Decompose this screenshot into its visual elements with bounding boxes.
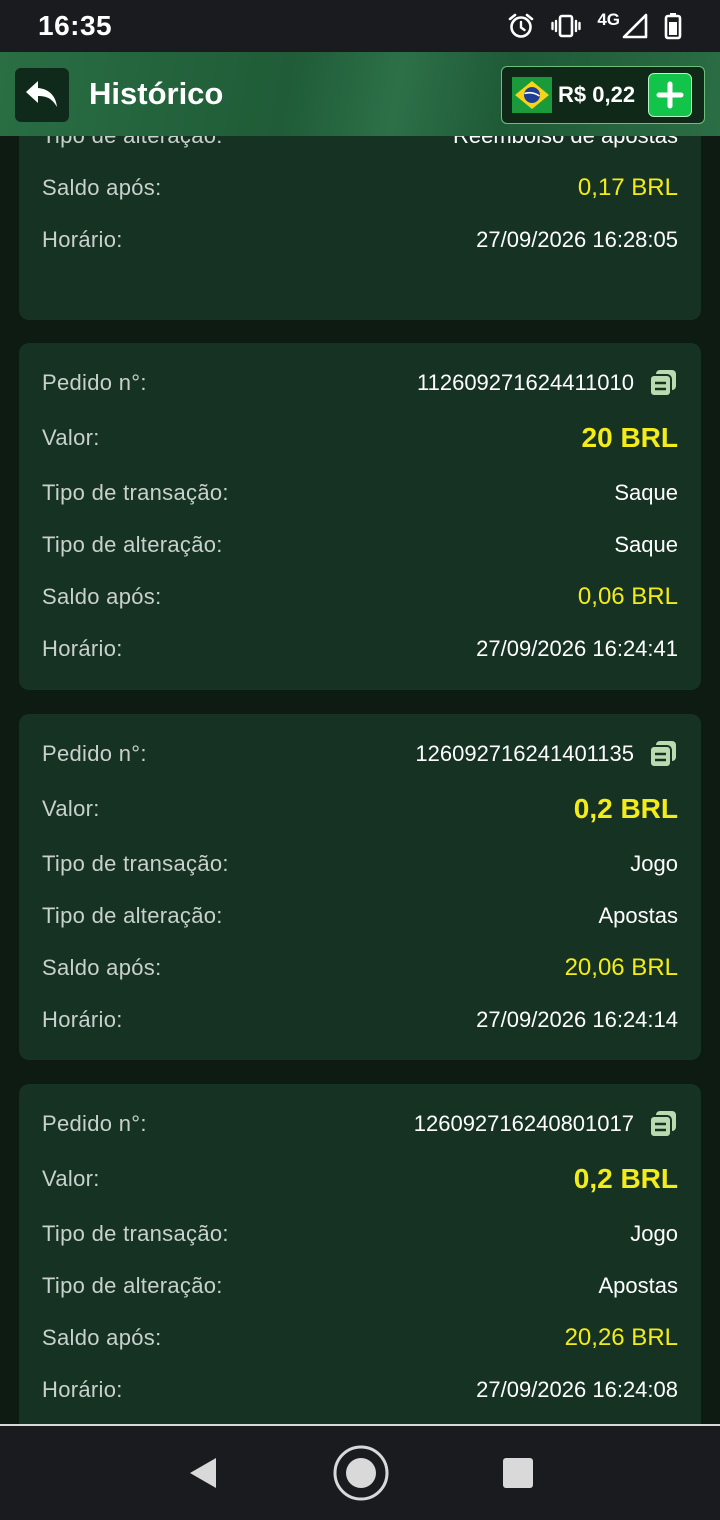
time-row: Horário: 27/09/2026 16:28:05 <box>42 214 678 266</box>
balance-after-value: 0,17 BRL <box>577 174 678 201</box>
transaction-type-row: Tipo de transação: Saque <box>42 467 678 519</box>
order-label: Pedido n°: <box>42 370 147 395</box>
transaction-type-row: Tipo de transação: Jogo <box>42 1208 678 1260</box>
time-value: 27/09/2026 16:24:14 <box>476 1007 678 1032</box>
change-type-value: Saque <box>614 532 678 557</box>
transaction-type-label: Tipo de transação: <box>42 480 229 505</box>
change-type-row: Tipo de alteração: Apostas <box>42 1260 678 1312</box>
time-label: Horário: <box>42 636 123 661</box>
balance-after-label: Saldo após: <box>42 584 162 609</box>
alarm-icon <box>509 13 534 38</box>
balance-after-value: 0,06 BRL <box>577 583 678 610</box>
time-value: 27/09/2026 16:28:05 <box>476 227 678 252</box>
plus-icon <box>656 81 684 109</box>
time-label: Horário: <box>42 227 123 252</box>
balance-after-value: 20,26 BRL <box>564 1324 678 1351</box>
order-number: 126092716241401135 <box>415 741 634 766</box>
value-label: Valor: <box>42 796 100 821</box>
order-number: 126092716240801017 <box>413 1111 634 1136</box>
change-type-value: Apostas <box>598 903 679 928</box>
value-label: Valor: <box>42 1166 100 1191</box>
status-time: 16:35 <box>38 10 113 41</box>
balance-after-row: Saldo após: 20,26 BRL <box>42 1312 678 1364</box>
battery-icon <box>664 13 682 40</box>
change-type-value: Apostas <box>598 1273 679 1298</box>
value-row: Valor: 20 BRL <box>42 409 678 467</box>
history-card: Pedido n°: 112609271624411010 Valor: 20 … <box>19 343 701 690</box>
history-card: Pedido n°: 126092716241401135 Valor: 0,2… <box>19 714 701 1060</box>
network-type: 4G <box>597 10 620 29</box>
balance-after-label: Saldo após: <box>42 1325 162 1350</box>
change-type-label: Tipo de alteração: <box>42 136 223 149</box>
time-label: Horário: <box>42 1377 123 1402</box>
value-label: Valor: <box>42 425 100 450</box>
time-value: 27/09/2026 16:24:41 <box>476 636 678 661</box>
status-icons: 4G <box>507 10 682 40</box>
status-bar: 16:35 4G <box>0 0 720 52</box>
copy-icon[interactable] <box>648 368 678 398</box>
order-number: 112609271624411010 <box>417 370 634 395</box>
balance-after-value: 20,06 BRL <box>564 954 678 981</box>
time-value: 27/09/2026 16:24:08 <box>476 1377 678 1402</box>
brazil-flag-icon <box>512 77 552 113</box>
history-list[interactable]: Tipo de alteração: Reembolso de apostas … <box>0 136 720 1424</box>
change-type-label: Tipo de alteração: <box>42 1273 223 1298</box>
vibrate-icon <box>551 14 582 38</box>
balance-after-row: Saldo após: 0,17 BRL <box>42 162 678 214</box>
balance-amount: R$ 0,22 <box>558 82 636 107</box>
balance-after-row: Saldo após: 20,06 BRL <box>42 942 678 994</box>
transaction-type-row: Tipo de transação: Jogo <box>42 838 678 890</box>
nav-home-icon[interactable] <box>332 1444 390 1502</box>
value-row: Valor: 0,2 BRL <box>42 1150 678 1208</box>
value-amount: 0,2 BRL <box>573 793 678 824</box>
history-card: Pedido n°: 126092716240801017 Valor: 0,2… <box>19 1084 701 1424</box>
transaction-type-label: Tipo de transação: <box>42 1221 229 1246</box>
order-row: Pedido n°: 126092716240801017 <box>42 1098 678 1150</box>
add-funds-button[interactable] <box>648 73 692 117</box>
change-type-label: Tipo de alteração: <box>42 903 223 928</box>
value-amount: 0,2 BRL <box>573 1163 678 1194</box>
order-value: 112609271624411010 <box>417 368 678 398</box>
balance-after-row: Saldo após: 0,06 BRL <box>42 571 678 623</box>
order-label: Pedido n°: <box>42 1111 147 1136</box>
transaction-type-value: Jogo <box>630 1221 678 1246</box>
nav-recents-icon[interactable] <box>502 1457 534 1489</box>
change-type-label: Tipo de alteração: <box>42 532 223 557</box>
balance-after-label: Saldo após: <box>42 175 162 200</box>
change-type-row: Tipo de alteração: Apostas <box>42 890 678 942</box>
value-amount: 20 BRL <box>581 422 678 453</box>
transaction-type-value: Saque <box>614 480 678 505</box>
order-value: 126092716240801017 <box>414 1109 678 1139</box>
back-button[interactable] <box>15 68 69 122</box>
system-nav-bar <box>0 1424 720 1520</box>
change-type-row: Tipo de alteração: Saque <box>42 519 678 571</box>
signal-icon <box>622 13 648 39</box>
back-arrow-icon <box>26 81 57 107</box>
balance-box[interactable]: R$ 0,22 <box>501 66 705 124</box>
change-type-row: Tipo de alteração: Reembolso de apostas <box>42 136 678 162</box>
time-label: Horário: <box>42 1007 123 1032</box>
page-title: Histórico <box>89 76 224 111</box>
change-type-value: Reembolso de apostas <box>453 136 678 149</box>
balance-after-label: Saldo após: <box>42 955 162 980</box>
time-row: Horário: 27/09/2026 16:24:08 <box>42 1364 678 1416</box>
order-label: Pedido n°: <box>42 741 147 766</box>
transaction-type-label: Tipo de transação: <box>42 851 229 876</box>
order-row: Pedido n°: 112609271624411010 <box>42 357 678 409</box>
value-row: Valor: 0,2 BRL <box>42 780 678 838</box>
copy-icon[interactable] <box>648 1109 678 1139</box>
time-row: Horário: 27/09/2026 16:24:14 <box>42 994 678 1046</box>
copy-icon[interactable] <box>648 739 678 769</box>
order-row: Pedido n°: 126092716241401135 <box>42 728 678 780</box>
nav-back-icon[interactable] <box>186 1455 220 1491</box>
transaction-type-value: Jogo <box>630 851 678 876</box>
history-card: Tipo de alteração: Reembolso de apostas … <box>19 136 701 320</box>
app-bar: Histórico R$ 0,22 <box>0 52 720 136</box>
time-row: Horário: 27/09/2026 16:24:41 <box>42 623 678 675</box>
order-value: 126092716241401135 <box>415 739 678 769</box>
